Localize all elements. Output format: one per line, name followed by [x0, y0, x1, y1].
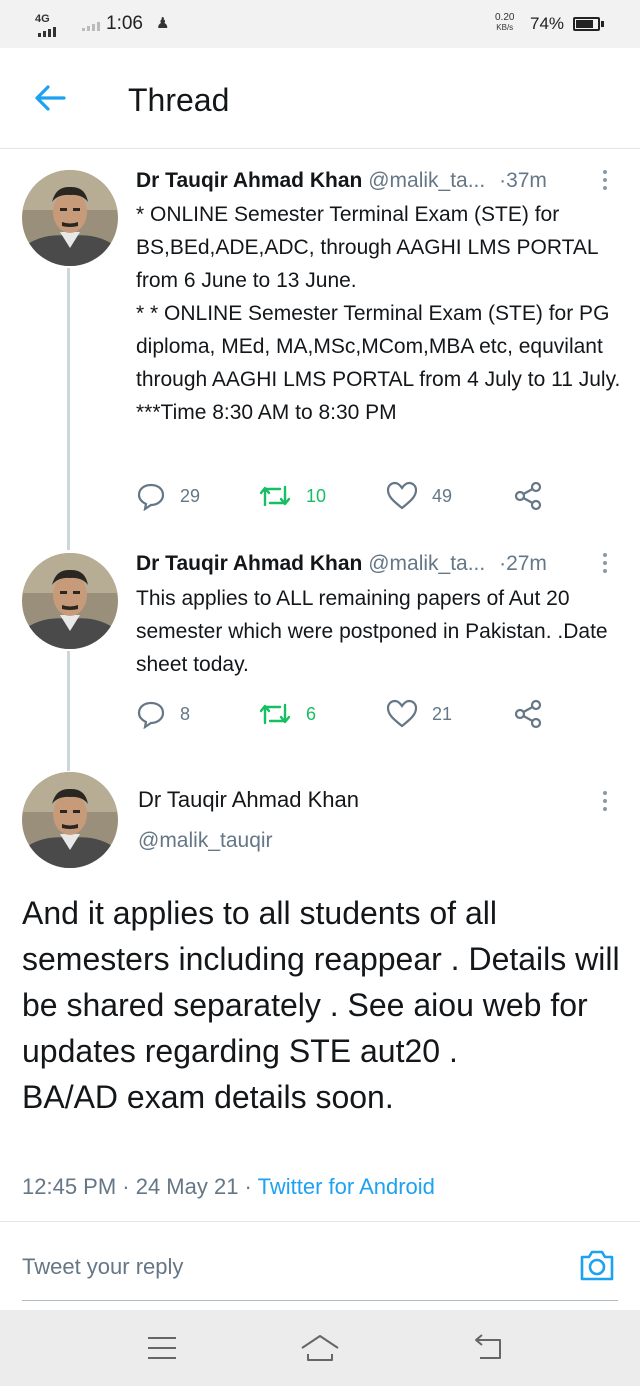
like-count: 21: [432, 703, 453, 724]
share-icon: [514, 481, 542, 511]
heart-icon: [386, 699, 418, 728]
system-nav-bar: [0, 1310, 640, 1386]
more-options-icon[interactable]: [600, 170, 610, 194]
retweet-icon: [259, 485, 291, 507]
clock: 1:06: [106, 13, 143, 34]
person-add-icon: ♟: [156, 15, 170, 32]
reply-button[interactable]: 29: [136, 481, 200, 511]
twitter-thread-screen: 4G 1:06 ♟ 0.20 KB/s 74% Thread Dr Tauqir…: [0, 0, 640, 1386]
main-tweet-text: And it applies to all students of all se…: [22, 895, 620, 1115]
share-button[interactable]: [512, 699, 544, 729]
back-nav-icon[interactable]: [468, 1330, 508, 1366]
main-author-name[interactable]: Dr Tauqir Ahmad Khan: [138, 787, 359, 813]
reply-icon: [137, 701, 165, 729]
reply-count: 29: [180, 485, 201, 506]
home-icon[interactable]: [298, 1330, 339, 1366]
menu-icon[interactable]: [142, 1330, 182, 1366]
tweet-time: ·27m: [499, 552, 547, 575]
signal-2-icon: [82, 22, 100, 31]
reply-button[interactable]: 8: [136, 699, 190, 729]
tweet-time: ·37m: [499, 169, 547, 192]
retweet-button[interactable]: 10: [258, 481, 326, 511]
tweet-actions: 29 10 49: [136, 481, 556, 515]
camera-icon[interactable]: [578, 1247, 616, 1283]
like-button[interactable]: 21: [386, 699, 452, 729]
reply-input-underline: [22, 1300, 618, 1301]
app-header: Thread: [0, 48, 640, 149]
tweet-author[interactable]: Dr Tauqir Ahmad Khan @malik_ta... ·37m: [136, 169, 547, 193]
retweet-icon: [259, 703, 291, 725]
signal-icon: [38, 27, 56, 37]
network-type: 4G: [35, 13, 50, 25]
retweet-count: 6: [306, 703, 317, 724]
tweet-source-link[interactable]: Twitter for Android: [258, 1174, 435, 1199]
retweet-button[interactable]: 6: [258, 699, 316, 729]
like-button[interactable]: 49: [386, 481, 452, 511]
speed-value: 0.20: [495, 12, 515, 23]
avatar[interactable]: [22, 553, 118, 649]
battery-percent: 74%: [530, 14, 565, 33]
more-options-icon[interactable]: [600, 791, 610, 815]
speed-unit: KB/s: [496, 23, 514, 32]
tweet-author[interactable]: Dr Tauqir Ahmad Khan @malik_ta... ·27m: [136, 552, 547, 576]
thread-connector: [67, 268, 70, 550]
reply-count: 8: [180, 703, 191, 724]
thread-connector: [67, 651, 70, 771]
like-count: 49: [432, 485, 453, 506]
author-name: Dr Tauqir Ahmad Khan: [136, 552, 363, 575]
back-arrow-icon[interactable]: [30, 82, 70, 114]
heart-icon: [386, 481, 418, 510]
battery-tip: [601, 21, 604, 27]
tweet-metadata: 12:45 PM · 24 May 21 · Twitter for Andro…: [22, 1174, 435, 1200]
battery-icon: [573, 17, 600, 31]
tweet-text: * ONLINE Semester Terminal Exam (STE) fo…: [136, 203, 621, 424]
page-title: Thread: [128, 82, 230, 118]
author-handle: @malik_ta...: [368, 169, 486, 192]
more-options-icon[interactable]: [600, 553, 610, 577]
tweet-actions: 8 6 21: [136, 699, 556, 733]
author-handle: @malik_ta...: [368, 552, 486, 575]
retweet-count: 10: [306, 485, 327, 506]
author-name: Dr Tauqir Ahmad Khan: [136, 169, 363, 192]
status-bar: 4G 1:06 ♟ 0.20 KB/s 74%: [0, 0, 640, 48]
tweet-text: This applies to ALL remaining papers of …: [136, 587, 608, 676]
reply-icon: [137, 483, 165, 511]
main-author-handle[interactable]: @malik_tauqir: [138, 829, 273, 853]
tweet-timestamp: 12:45 PM · 24 May 21 ·: [22, 1174, 258, 1199]
network-speed: 0.20 KB/s: [495, 13, 514, 33]
reply-input[interactable]: Tweet your reply: [22, 1254, 183, 1280]
share-button[interactable]: [512, 481, 544, 511]
share-icon: [514, 699, 542, 729]
avatar[interactable]: [22, 772, 118, 868]
divider: [0, 1221, 640, 1222]
avatar[interactable]: [22, 170, 118, 266]
